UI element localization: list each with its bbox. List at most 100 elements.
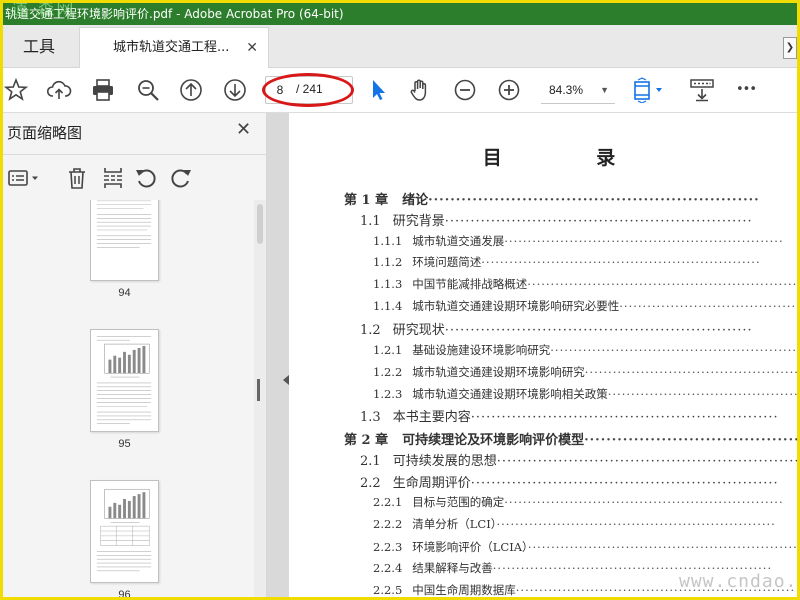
plus-circle-icon[interactable] <box>496 77 522 103</box>
toc-entry-text: 结果解释与改善 <box>412 561 493 575</box>
panel-splitter-handle[interactable] <box>257 379 260 401</box>
acrobat-window: 轨道交通工程环境影响评价.pdf - Adobe Acrobat Pro (64… <box>3 3 797 597</box>
thumbnail-scrollbar[interactable] <box>254 200 266 597</box>
zoom-dropdown[interactable]: 84.3% ▼ <box>541 77 615 103</box>
toc-entry[interactable]: 1.1.2 环境问题简述·····························… <box>373 254 761 270</box>
toc-entry-number: 2.2.2 <box>373 517 403 531</box>
toc-entry[interactable]: 1.2.3 城市轨道交通建设期环境影响相关政策··················… <box>373 386 797 402</box>
toc-entry-text: 中国节能减排战略概述 <box>412 277 528 291</box>
toc-entry-number: 1.1 <box>360 214 381 229</box>
toc-leader-dots: ········································… <box>527 277 797 291</box>
zoom-out-search-icon[interactable] <box>135 77 161 103</box>
toc-entry[interactable]: 第 1 章绪论·································… <box>344 189 760 208</box>
toc-entry[interactable]: 1.1 研究背景·································… <box>360 210 753 229</box>
scrollbar-thumb[interactable] <box>257 204 263 244</box>
toc-entry-number: 1.1.2 <box>373 255 403 269</box>
toc-leader-dots: ········································… <box>584 433 797 448</box>
toc-entry-number: 第 1 章 <box>344 193 389 208</box>
toc-leader-dots: ········································… <box>504 495 784 509</box>
page-up-icon[interactable] <box>178 77 204 103</box>
toc-entry[interactable]: 1.2 研究现状·································… <box>360 319 753 338</box>
fit-page-icon[interactable] <box>631 77 667 104</box>
title-bar: 轨道交通工程环境影响评价.pdf - Adobe Acrobat Pro (64… <box>3 3 797 25</box>
page-down-icon[interactable] <box>222 77 248 103</box>
close-icon[interactable]: ✕ <box>246 28 258 68</box>
toc-entry-text: 城市轨道交通建设期环境影响研究 <box>412 365 585 379</box>
cloud-upload-icon[interactable] <box>46 77 72 103</box>
toc-entry-text: 本书主要内容 <box>392 410 471 425</box>
toc-entry[interactable]: 2.2 生命周期评价·······························… <box>360 472 779 491</box>
toc-leader-dots: ········································… <box>470 476 779 491</box>
hand-icon[interactable] <box>407 77 433 103</box>
toc-entry-text: 城市轨道交通发展 <box>412 234 505 248</box>
document-page: 目 录 第 1 章绪论·····························… <box>289 113 797 597</box>
toc-entry-number: 第 2 章 <box>344 433 389 448</box>
site-watermark: www.cndao.com <box>679 571 797 592</box>
main-toolbar: / 241 84.3% ▼ ••• <box>3 68 797 113</box>
toc-entry-number: 2.1 <box>360 454 381 469</box>
tab-bar: 工具 城市轨道交通工程... ✕ ❯ <box>3 25 797 69</box>
toc-entry[interactable]: 2.1 可持续发展的思想·····························… <box>360 450 797 469</box>
highlight-ellipse <box>262 73 354 107</box>
select-cursor-icon[interactable] <box>365 77 391 103</box>
toc-entry-text: 环境影响评价（LCIA） <box>412 540 528 554</box>
tab-document[interactable]: 城市轨道交通工程... ✕ <box>79 27 269 69</box>
zoom-value: 84.3% <box>549 83 584 97</box>
toc-entry-text: 城市轨道交通建设期环境影响研究必要性 <box>412 299 620 313</box>
trash-icon[interactable] <box>65 166 89 190</box>
toc-entry-number: 1.1.3 <box>373 277 403 291</box>
toc-leader-dots: ········································… <box>444 323 753 338</box>
toc-entry-number: 1.1.1 <box>373 234 403 248</box>
toc-entry-text: 城市轨道交通建设期环境影响相关政策 <box>412 387 608 401</box>
thumbnail-list: 94 95 96 <box>3 200 253 597</box>
toc-entry[interactable]: 2.2.1 目标与范围的确定···························… <box>373 494 784 510</box>
page-thumbnail[interactable] <box>90 480 159 583</box>
toc-entry-text: 研究背景 <box>392 214 445 229</box>
toc-entry[interactable]: 第 2 章可持续理论及环境影响评价模型·····················… <box>344 429 797 448</box>
toc-entry[interactable]: 1.3 本书主要内容·······························… <box>360 406 779 425</box>
page-thumbnail[interactable] <box>90 329 159 432</box>
star-icon[interactable] <box>3 77 29 103</box>
minus-circle-icon[interactable] <box>452 77 478 103</box>
toc-entry[interactable]: 2.2.3 环境影响评价（LCIA）·······················… <box>373 539 797 555</box>
tab-tools[interactable]: 工具 <box>3 25 79 68</box>
toc-leader-dots: ········································… <box>444 214 753 229</box>
toc-entry-text: 生命周期评价 <box>392 476 471 491</box>
print-icon[interactable] <box>90 77 116 103</box>
page-thumbnail[interactable] <box>90 200 159 281</box>
more-icon[interactable]: ••• <box>736 77 762 103</box>
insert-page-icon[interactable] <box>101 166 125 190</box>
toc-entry[interactable]: 2.2.2 清单分析（LCI）··························… <box>373 516 776 532</box>
toc-entry-number: 1.2 <box>360 323 381 338</box>
toc-entry-text: 绪论 <box>402 193 429 208</box>
rotate-left-icon[interactable] <box>134 166 158 190</box>
keyboard-icon[interactable] <box>689 77 715 103</box>
rotate-right-icon[interactable] <box>169 166 193 190</box>
toc-entry-number: 2.2.4 <box>373 561 403 575</box>
options-menu-icon[interactable] <box>7 166 45 190</box>
toc-entry-text: 清单分析（LCI） <box>412 517 497 531</box>
toc-entry[interactable]: 1.1.3 中国节能减排战略概述·························… <box>373 276 797 292</box>
toc-entry-number: 1.2.3 <box>373 387 403 401</box>
toc-entry[interactable]: 1.1.4 城市轨道交通建设期环境影响研究必要性·················… <box>373 298 797 314</box>
toc-leader-dots: ········································… <box>619 299 797 313</box>
toc-entry[interactable]: 1.2.2 城市轨道交通建设期环境影响研究····················… <box>373 364 797 380</box>
chevron-down-icon: ▼ <box>600 85 609 95</box>
toc-entry[interactable]: 1.1.1 城市轨道交通发展···························… <box>373 233 784 249</box>
toc-entry-text: 中国生命周期数据库 <box>412 583 516 597</box>
window-title: 轨道交通工程环境影响评价.pdf - Adobe Acrobat Pro (64… <box>5 7 344 21</box>
close-icon[interactable]: ✕ <box>236 119 251 140</box>
toc-leader-dots: ········································… <box>527 540 797 554</box>
thumbnail-page-number: 95 <box>118 438 131 450</box>
toc-leader-dots: ········································… <box>496 517 776 531</box>
toc-entry-number: 2.2 <box>360 476 381 491</box>
toc-entry-number: 2.2.3 <box>373 540 403 554</box>
toc-leader-dots: ········································… <box>504 234 784 248</box>
toc-leader-dots: ········································… <box>550 343 797 357</box>
thumbnail-page-number: 94 <box>118 287 131 299</box>
toc-leader-dots: ········································… <box>481 255 761 269</box>
toc-entry[interactable]: 1.2.1 基础设施建设环境影响研究·······················… <box>373 342 797 358</box>
tab-scroll-right-icon[interactable]: ❯ <box>783 37 797 59</box>
document-view: 目 录 第 1 章绪论·····························… <box>267 113 797 597</box>
toc-entry-text: 环境问题简述 <box>412 255 482 269</box>
